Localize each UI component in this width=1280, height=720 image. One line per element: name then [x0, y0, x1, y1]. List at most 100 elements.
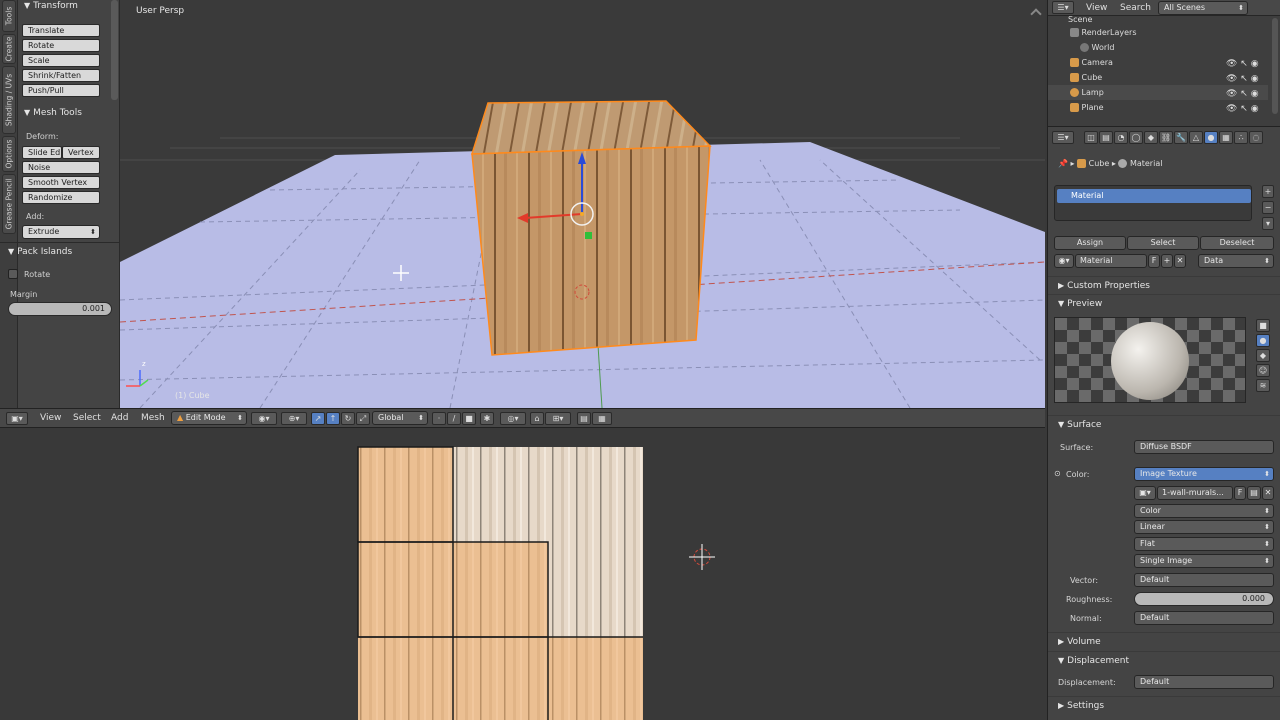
proportional-edit-dropdown[interactable]: ◎▾ — [500, 412, 526, 425]
outliner-row-renderlayers[interactable]: RenderLayers — [1048, 25, 1268, 40]
vector-input-dropdown[interactable]: Default — [1134, 573, 1274, 587]
render-animation-icon[interactable]: ▦ — [592, 412, 612, 425]
occlude-geometry-icon[interactable]: ✱ — [480, 412, 494, 425]
editor-type-icon[interactable]: ☰▾ — [1052, 131, 1074, 144]
new-material-icon[interactable]: + — [1161, 254, 1173, 268]
render-layers-tab-icon[interactable]: ▤ — [1099, 131, 1113, 144]
custom-properties-header[interactable]: ▶ Custom Properties — [1048, 276, 1280, 294]
preview-flat-icon[interactable]: ■ — [1256, 319, 1270, 332]
preview-monkey-icon[interactable]: ☺ — [1256, 364, 1270, 377]
pin-icon[interactable]: 📌 — [1058, 159, 1068, 168]
randomize-button[interactable]: Randomize — [22, 191, 100, 204]
3d-viewport[interactable]: User Persp (1) Cube z — [120, 0, 1045, 408]
browse-material-icon[interactable]: ◉▾ — [1054, 254, 1074, 268]
vertex-slide-button[interactable]: Vertex — [62, 146, 100, 159]
projection-dropdown[interactable]: Flat ⬍ — [1134, 537, 1274, 551]
surface-header[interactable]: ▼ Surface — [1048, 415, 1280, 433]
settings-header[interactable]: ▶ Settings — [1048, 696, 1280, 714]
scale-button[interactable]: Scale — [22, 54, 100, 67]
snap-element-dropdown[interactable]: ⊞▾ — [545, 412, 571, 425]
rotate-manipulator-icon[interactable]: ↻ — [341, 412, 355, 425]
manipulator-toggle-icon[interactable]: ↗ — [311, 412, 325, 425]
noise-button[interactable]: Noise — [22, 161, 100, 174]
face-select-icon[interactable]: ■ — [462, 412, 476, 425]
tab-tools[interactable]: Tools — [2, 0, 16, 32]
material-slot-list[interactable]: Material — [1054, 185, 1252, 221]
tab-grease-pencil[interactable]: Grease Pencil — [2, 174, 16, 234]
pack-islands-header[interactable]: ▼ Pack Islands — [8, 247, 72, 257]
display-mode-dropdown[interactable]: All Scenes ⬍ — [1158, 1, 1248, 15]
object-tab-icon[interactable]: ◆ — [1144, 131, 1158, 144]
slot-specials-icon[interactable]: ▾ — [1262, 217, 1274, 230]
unlink-material-icon[interactable]: ✕ — [1174, 254, 1186, 268]
tab-create[interactable]: Create — [2, 34, 16, 64]
view-menu[interactable]: View — [40, 413, 61, 423]
shading-dropdown[interactable]: ◉▾ — [251, 412, 277, 425]
color-input-dropdown[interactable]: Image Texture ⬍ — [1134, 467, 1274, 481]
tab-shading-uvs[interactable]: Shading / UVs — [2, 66, 16, 134]
shrink-fatten-button[interactable]: Shrink/Fatten — [22, 69, 100, 82]
outliner-view-menu[interactable]: View — [1086, 3, 1107, 13]
source-dropdown[interactable]: Single Image ⬍ — [1134, 554, 1274, 568]
browse-image-icon[interactable]: ▣▾ — [1134, 486, 1156, 500]
color-space-dropdown[interactable]: Color ⬍ — [1134, 504, 1274, 518]
image-fake-user-button[interactable]: F — [1234, 486, 1246, 500]
link-dropdown[interactable]: Data ⬍ — [1198, 254, 1274, 268]
edge-select-icon[interactable]: / — [447, 412, 461, 425]
normal-input-dropdown[interactable]: Default — [1134, 611, 1274, 625]
constraints-tab-icon[interactable]: ⛓ — [1159, 131, 1173, 144]
extrude-dropdown[interactable]: Extrude ⬍ — [22, 225, 100, 239]
displacement-input-dropdown[interactable]: Default — [1134, 675, 1274, 689]
rotate-button[interactable]: Rotate — [22, 39, 100, 52]
translate-manipulator-icon[interactable]: ↑ — [326, 412, 340, 425]
preview-header[interactable]: ▼ Preview — [1048, 294, 1280, 312]
modifiers-tab-icon[interactable]: 🔧 — [1174, 131, 1188, 144]
interpolation-dropdown[interactable]: Linear ⬍ — [1134, 520, 1274, 534]
roughness-slider[interactable]: 0.000 — [1134, 592, 1274, 606]
smooth-vertex-button[interactable]: Smooth Vertex — [22, 176, 100, 189]
mesh-tools-panel-header[interactable]: ▼ Mesh Tools — [24, 108, 82, 118]
transform-panel-header[interactable]: ▼ Transform — [24, 1, 78, 11]
outliner-search-menu[interactable]: Search — [1120, 3, 1151, 13]
editor-type-icon[interactable]: ☰▾ — [1052, 1, 1074, 14]
slide-edge-button[interactable]: Slide Ed — [22, 146, 62, 159]
assign-button[interactable]: Assign — [1054, 236, 1126, 250]
vertex-select-icon[interactable]: · — [432, 412, 446, 425]
unlink-image-icon[interactable]: ✕ — [1262, 486, 1274, 500]
surface-shader-dropdown[interactable]: Diffuse BSDF — [1134, 440, 1274, 454]
opengl-render-icon[interactable]: ▤ — [577, 412, 591, 425]
uv-image-editor[interactable] — [0, 428, 1045, 720]
margin-field[interactable]: 0.001 — [8, 302, 112, 316]
image-name-field[interactable]: 1-wall-murals... — [1157, 486, 1233, 500]
tab-options[interactable]: Options — [2, 136, 16, 172]
outliner-row-world[interactable]: World — [1048, 40, 1268, 55]
outliner-scrollbar[interactable] — [1272, 18, 1278, 114]
deselect-button[interactable]: Deselect — [1200, 236, 1274, 250]
snap-toggle-icon[interactable]: ⌂ — [530, 412, 544, 425]
tool-shelf-scrollbar[interactable] — [111, 0, 118, 100]
material-tab-icon[interactable]: ● — [1204, 131, 1218, 144]
outliner-row-scene[interactable]: Scene — [1048, 16, 1268, 24]
mesh-menu[interactable]: Mesh — [141, 413, 165, 423]
push-pull-button[interactable]: Push/Pull — [22, 84, 100, 97]
rotate-checkbox[interactable] — [8, 269, 18, 279]
texture-tab-icon[interactable]: ▦ — [1219, 131, 1233, 144]
cube-top-face[interactable] — [470, 100, 712, 155]
physics-tab-icon[interactable]: ◌ — [1249, 131, 1263, 144]
translate-button[interactable]: Translate — [22, 24, 100, 37]
select-menu[interactable]: Select — [73, 413, 101, 423]
preview-hair-icon[interactable]: ≋ — [1256, 379, 1270, 392]
fake-user-button[interactable]: F — [1148, 254, 1160, 268]
open-image-icon[interactable]: ▤ — [1247, 486, 1261, 500]
scale-manipulator-icon[interactable]: ⤢ — [356, 412, 370, 425]
select-button[interactable]: Select — [1127, 236, 1199, 250]
render-tab-icon[interactable]: ◫ — [1084, 131, 1098, 144]
y-gizmo-handle[interactable] — [585, 232, 592, 239]
orientation-dropdown[interactable]: Global ⬍ — [372, 411, 428, 425]
particles-tab-icon[interactable]: ∴ — [1234, 131, 1248, 144]
preview-sphere-icon[interactable]: ● — [1256, 334, 1270, 347]
mode-dropdown[interactable]: ▲ Edit Mode ⬍ — [171, 411, 247, 425]
editor-type-icon[interactable]: ▣▾ — [6, 412, 28, 425]
color-input-toggle-icon[interactable]: ⊙ — [1054, 469, 1061, 478]
volume-header[interactable]: ▶ Volume — [1048, 632, 1280, 650]
